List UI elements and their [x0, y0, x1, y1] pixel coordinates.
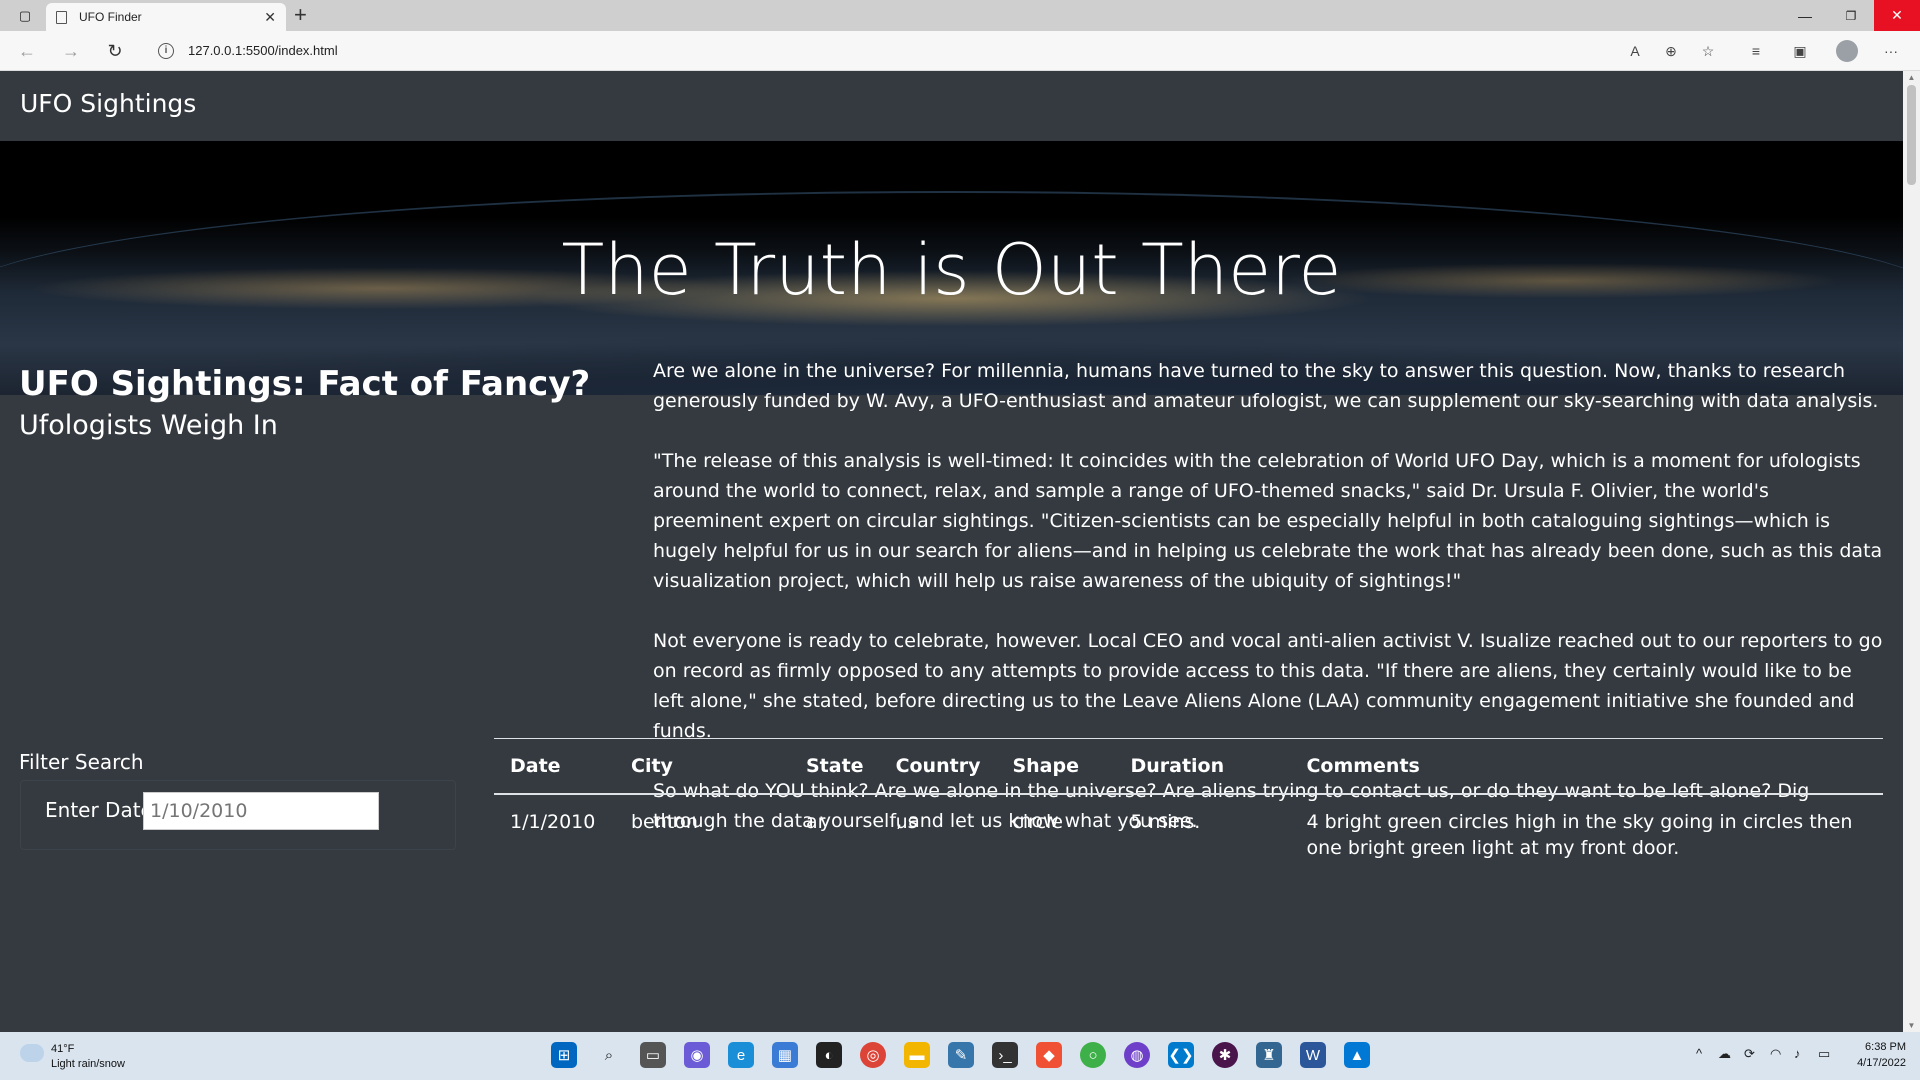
article-paragraph: Not everyone is ready to celebrate, howe…: [653, 630, 1883, 742]
onedrive-icon[interactable]: ☁: [1718, 1046, 1731, 1062]
windows-taskbar: 41°F Light rain/snow ⊞ ⌕ ▭ ◉ e ▦ ◐ ◎ ▬ ✎…: [0, 1032, 1920, 1080]
volume-icon[interactable]: ♪: [1794, 1046, 1801, 1061]
page-icon: [56, 10, 67, 24]
postgres-icon[interactable]: ♜: [1256, 1042, 1282, 1068]
scrollbar-thumb[interactable]: [1907, 85, 1916, 185]
more-icon[interactable]: ···: [1880, 41, 1902, 61]
column-header-country: Country: [879, 738, 997, 795]
weather-cloud-icon[interactable]: [20, 1044, 44, 1062]
page-scrollbar[interactable]: ▲ ▼: [1903, 71, 1920, 1032]
chat-icon[interactable]: ◉: [684, 1042, 710, 1068]
ufo-table: Date City State Country Shape Duration C…: [494, 738, 1883, 875]
clock-date[interactable]: 4/17/2022: [1846, 1057, 1906, 1069]
search-icon[interactable]: ⌕: [596, 1042, 622, 1068]
date-input[interactable]: [143, 792, 379, 830]
word-icon[interactable]: W: [1300, 1042, 1326, 1068]
reload-button[interactable]: ↻: [102, 39, 128, 63]
anaconda-icon[interactable]: ○: [1080, 1042, 1106, 1068]
date-label: Enter Date: [45, 798, 153, 822]
chrome-icon[interactable]: ◎: [860, 1042, 886, 1068]
address-bar[interactable]: 127.0.0.1:5500/index.html: [188, 43, 338, 58]
article-paragraph: Are we alone in the universe? For millen…: [653, 360, 1879, 412]
column-header-comments: Comments: [1290, 738, 1883, 795]
wifi-icon[interactable]: ◠: [1770, 1046, 1781, 1062]
column-header-state: State: [790, 738, 880, 795]
tab-title: UFO Finder: [79, 10, 142, 24]
table-header-row: Date City State Country Shape Duration C…: [494, 738, 1883, 795]
cell-country: us: [895, 811, 918, 833]
minimize-button[interactable]: —: [1782, 0, 1828, 31]
scroll-up-icon[interactable]: ▲: [1903, 73, 1920, 82]
article-paragraph: "The release of this analysis is well-ti…: [653, 450, 1883, 592]
edge-icon[interactable]: e: [728, 1042, 754, 1068]
terminal-icon[interactable]: ›_: [992, 1042, 1018, 1068]
python-icon[interactable]: ✎: [948, 1042, 974, 1068]
cell-duration: 5 mins.: [1130, 811, 1201, 833]
table-row: 1/1/2010 benton ar us circle 5 mins. 4 b…: [494, 794, 1883, 875]
favorite-add-icon[interactable]: ☆: [1697, 41, 1719, 61]
github-desktop-icon[interactable]: ◍: [1124, 1042, 1150, 1068]
tab-actions-icon[interactable]: ▢: [10, 6, 40, 26]
filter-heading: Filter Search: [19, 750, 144, 774]
slack-icon[interactable]: ✱: [1212, 1042, 1238, 1068]
lead-subtitle: Ufologists Weigh In: [19, 410, 278, 441]
photos-icon[interactable]: ▲: [1344, 1042, 1370, 1068]
cell-state: ar: [806, 811, 826, 833]
tray-overflow-icon[interactable]: ^: [1696, 1046, 1702, 1061]
column-header-shape: Shape: [996, 738, 1115, 795]
ufo-table-container: Date City State Country Shape Duration C…: [494, 738, 1883, 875]
start-icon[interactable]: ⊞: [551, 1042, 577, 1068]
github-icon[interactable]: ◐: [816, 1042, 842, 1068]
cell-city: benton: [631, 811, 698, 833]
site-info-icon[interactable]: i: [158, 43, 174, 59]
file-explorer-icon[interactable]: ▬: [904, 1042, 930, 1068]
task-view-icon[interactable]: ▭: [640, 1042, 666, 1068]
zoom-icon[interactable]: ⊕: [1660, 41, 1682, 61]
store-icon[interactable]: ▦: [772, 1042, 798, 1068]
back-button[interactable]: ←: [14, 39, 40, 63]
lead-title: UFO Sightings: Fact of Fancy?: [19, 364, 591, 404]
forward-button[interactable]: →: [58, 39, 84, 63]
clock-time[interactable]: 6:38 PM: [1860, 1041, 1906, 1053]
tab-close-icon[interactable]: ✕: [264, 9, 276, 26]
restore-button[interactable]: ❐: [1828, 0, 1874, 31]
browser-toolbar: ← → ↻ i 127.0.0.1:5500/index.html A ⊕ ☆ …: [0, 31, 1920, 71]
read-aloud-icon[interactable]: A: [1624, 41, 1646, 61]
browser-tab-bar: ▢ UFO Finder ✕ + — ❐ ✕: [0, 0, 1920, 31]
column-header-city: City: [615, 738, 790, 795]
web-page: UFO Sightings The Truth is Out There UFO…: [0, 71, 1903, 1032]
scroll-down-icon[interactable]: ▼: [1903, 1021, 1920, 1030]
weather-description[interactable]: Light rain/snow: [51, 1058, 125, 1070]
browser-tab[interactable]: UFO Finder ✕: [46, 3, 286, 31]
navbar-brand[interactable]: UFO Sightings: [20, 89, 196, 118]
column-header-date: Date: [494, 738, 615, 795]
profile-icon[interactable]: [1836, 40, 1858, 62]
favorites-icon[interactable]: ≡: [1745, 41, 1767, 61]
new-tab-button[interactable]: +: [294, 2, 307, 28]
collections-icon[interactable]: ▣: [1789, 41, 1811, 61]
weather-temperature[interactable]: 41°F: [51, 1043, 74, 1055]
close-window-button[interactable]: ✕: [1874, 0, 1920, 31]
update-icon[interactable]: ⟳: [1744, 1046, 1755, 1062]
cell-shape: circle: [1012, 811, 1063, 833]
hero-title: The Truth is Out There: [561, 229, 1342, 311]
cell-comments: 4 bright green circles high in the sky g…: [1306, 811, 1853, 859]
battery-icon[interactable]: ▭: [1818, 1046, 1830, 1062]
column-header-duration: Duration: [1114, 738, 1291, 795]
cell-date: 1/1/2010: [510, 811, 596, 833]
vscode-icon[interactable]: ❮❯: [1168, 1042, 1194, 1068]
git-icon[interactable]: ◆: [1036, 1042, 1062, 1068]
